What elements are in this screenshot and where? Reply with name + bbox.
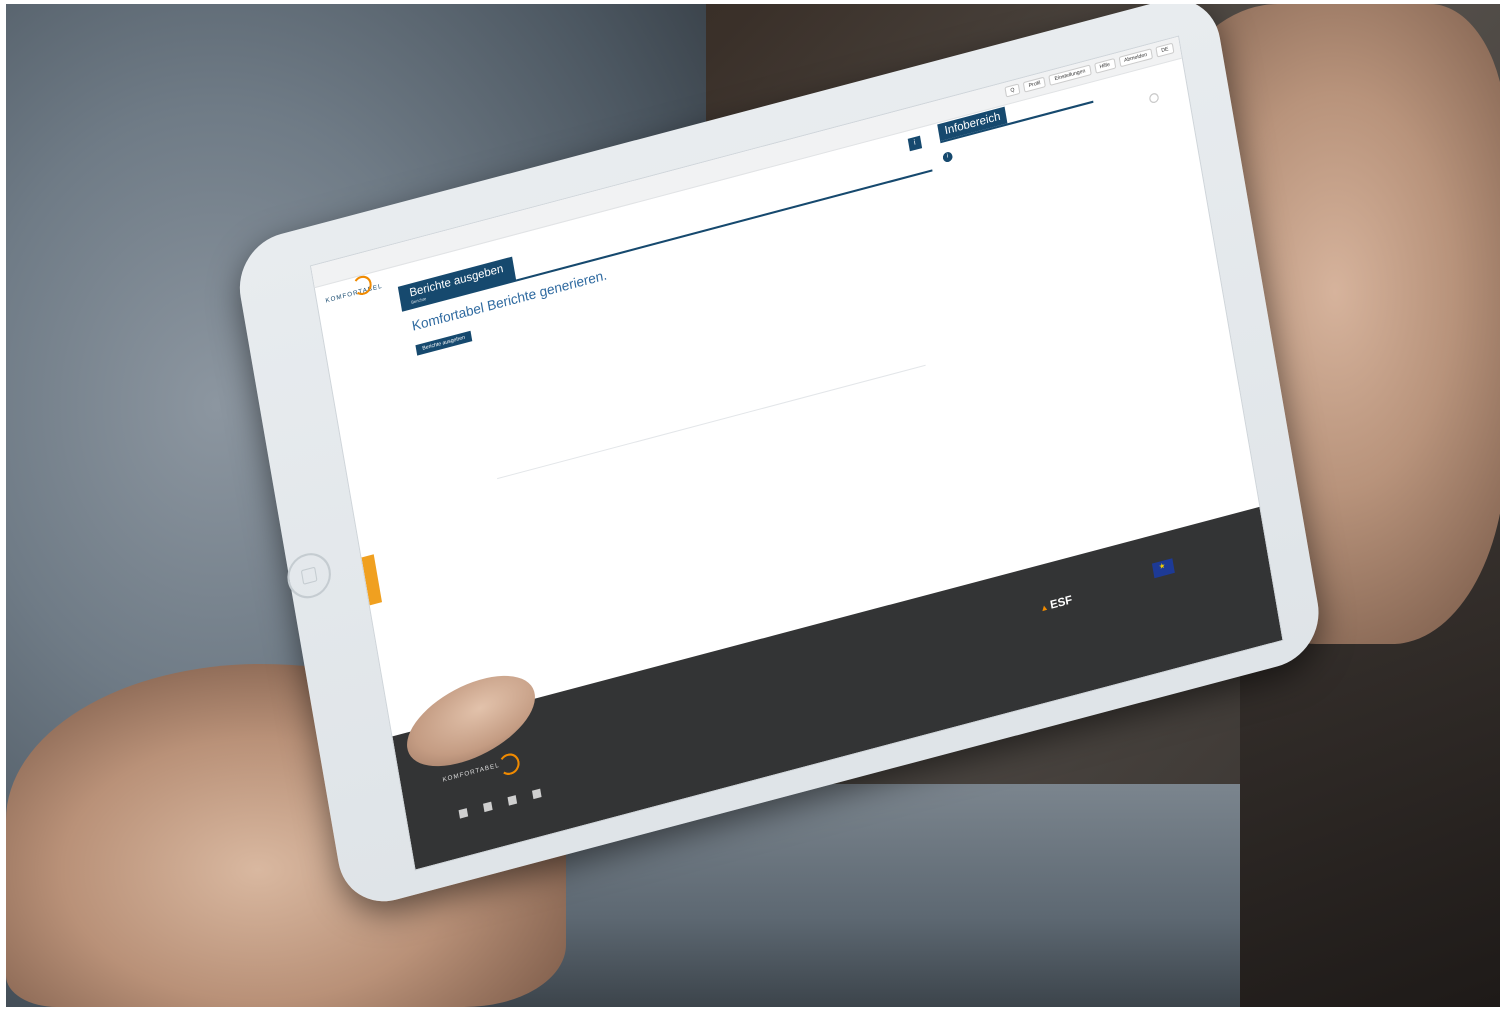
footer-nav [612,700,653,711]
info-icon: i [942,151,954,163]
social-links [458,788,542,819]
berichte-ausgeben-button[interactable]: Berichte ausgeben [415,330,472,356]
social-icon[interactable] [507,795,518,806]
close-icon[interactable] [1148,92,1160,104]
footer-address [625,695,748,734]
top-nav-item[interactable]: Abmelden [1118,48,1154,68]
eu-flag-icon [1151,558,1175,579]
top-nav-item[interactable]: Hilfe [1093,58,1116,74]
content-divider [497,364,926,480]
button-note [418,224,928,359]
footer-logo[interactable]: KOMFORTABEL [442,763,500,784]
language-select[interactable]: DE [1155,42,1175,58]
info-toggle-icon[interactable]: i [907,135,923,152]
feedback-tab[interactable] [361,554,382,606]
footer-logo-swirl-icon [497,751,522,778]
address-line [625,695,747,727]
top-nav-item[interactable]: Profil [1022,76,1047,93]
photo-background: Q Profil Einstellungen Hilfe Abmelden DE… [6,4,1500,1007]
social-icon[interactable] [458,808,469,819]
footer-contact [808,672,810,684]
social-icon[interactable] [532,788,542,800]
footer-contact-secondary [900,648,902,660]
home-button[interactable] [283,548,335,604]
address-line [627,701,749,733]
page-title: Komfortabel Berichte generieren. [410,266,609,334]
social-icon[interactable] [483,801,493,813]
esf-logo: ESF [1039,594,1073,615]
search-icon[interactable]: Q [1004,83,1021,98]
